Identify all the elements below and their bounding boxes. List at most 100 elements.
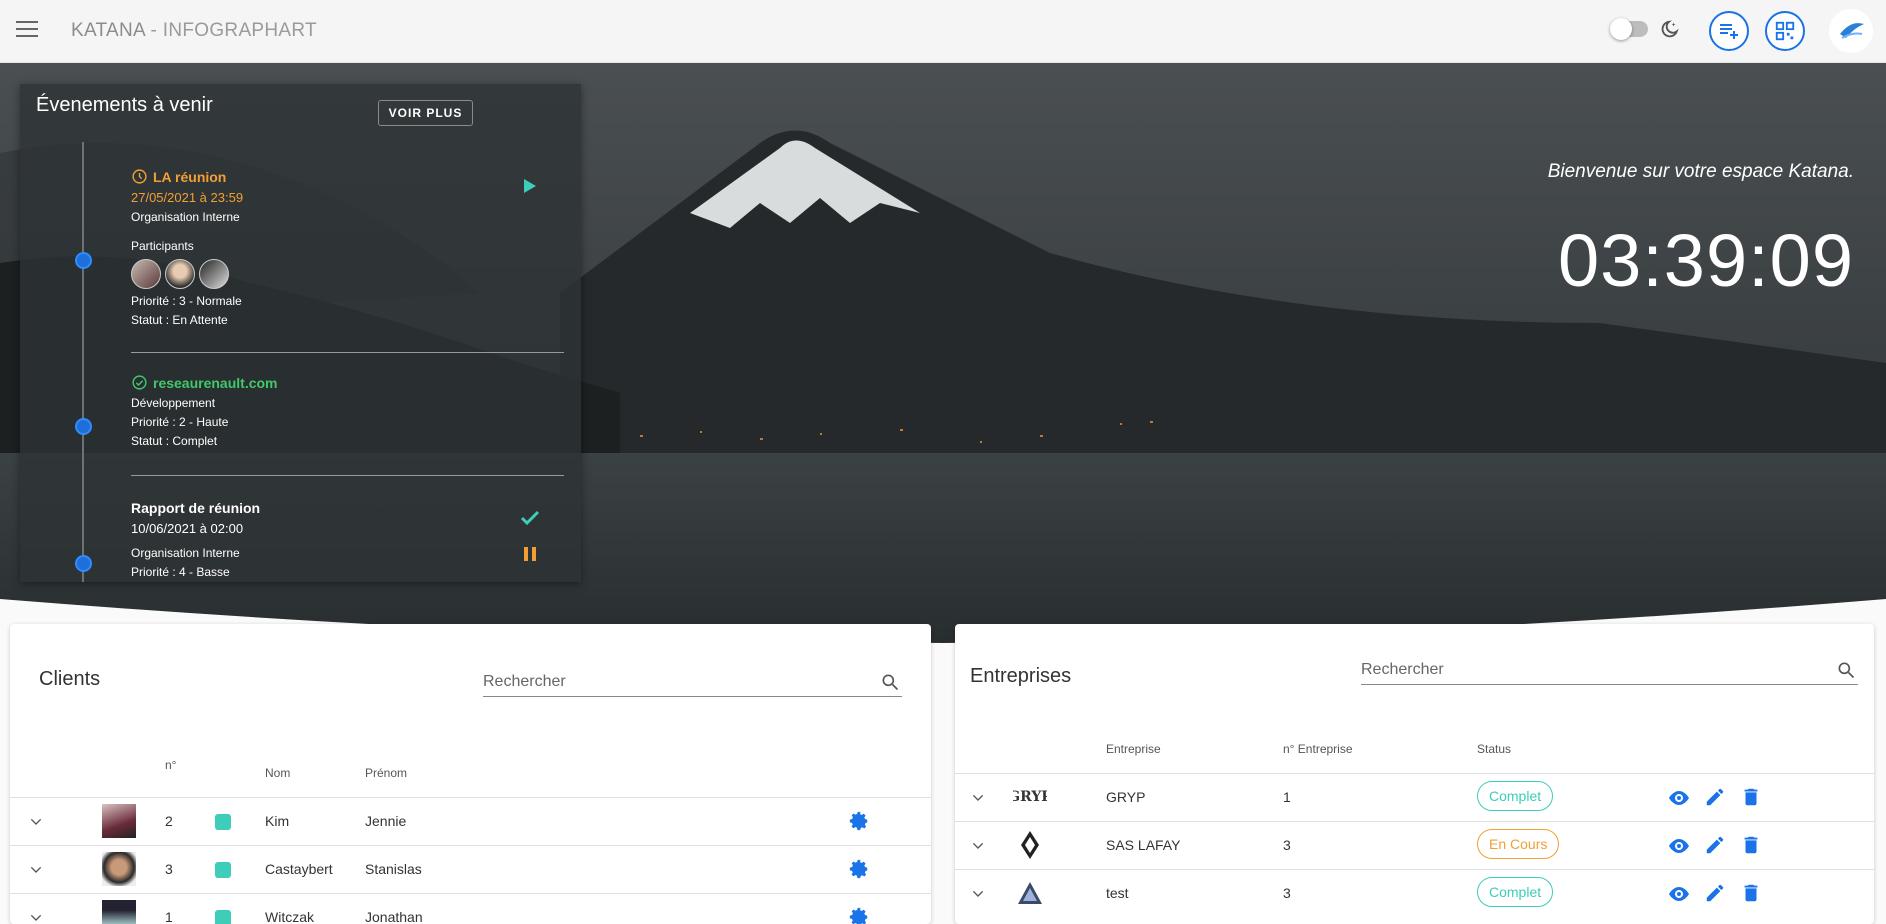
playlist-add-icon [1720, 24, 1738, 39]
event-priority: Priorité : 2 - Haute [131, 415, 229, 429]
edit-icon[interactable] [1704, 882, 1726, 904]
client-photo [102, 900, 136, 924]
table-row[interactable]: 3 Castaybert Stanislas [10, 845, 931, 893]
app-title: KATANA - INFOGRAPHART [71, 20, 317, 42]
client-photo [102, 804, 136, 838]
company-logo[interactable] [1829, 9, 1873, 53]
avatar[interactable] [199, 259, 229, 289]
entreprises-search-input[interactable] [1361, 660, 1858, 679]
view-icon[interactable] [1667, 786, 1691, 810]
delete-icon[interactable] [1740, 882, 1762, 904]
clock-icon [132, 169, 147, 184]
client-prenom: Jennie [365, 813, 407, 829]
check-icon[interactable] [520, 510, 540, 526]
status-badge: En Cours [1477, 829, 1560, 859]
entreprises-search [1361, 655, 1858, 685]
table-row[interactable]: 2 Kim Jennie [10, 797, 931, 845]
chevron-down-icon[interactable] [970, 838, 986, 854]
check-circle-icon [132, 375, 147, 390]
status-badge: Complet [1477, 877, 1554, 907]
clients-card: Clients n° Nom Prénom 2 Kim Jennie 3 Cas… [10, 624, 931, 924]
qr-code-icon [1775, 21, 1795, 41]
column-header-status: Status [1477, 742, 1512, 756]
timeline-dot [75, 555, 92, 572]
company-name: SAS LAFAY [1106, 837, 1181, 853]
dark-mode-toggle[interactable] [1610, 18, 1648, 40]
client-prenom: Stanislas [365, 861, 422, 877]
timeline-line [82, 142, 84, 582]
column-header-prenom: Prénom [365, 766, 408, 780]
table-row[interactable]: GRYP GRYP 1 Complet [955, 773, 1874, 821]
app-subtitle: - INFOGRAPHART [150, 20, 317, 41]
event-status: Statut : En Attente [131, 313, 228, 327]
upcoming-events-panel: Évenements à venir VOIR PLUS LA réunion … [20, 84, 581, 582]
event-status: Statut : Complet [131, 434, 218, 448]
search-icon[interactable] [880, 672, 900, 692]
divider [131, 475, 564, 476]
company-logo: GRYP [1013, 789, 1047, 805]
chevron-down-icon[interactable] [28, 910, 44, 924]
gear-icon[interactable] [848, 810, 870, 832]
event-item[interactable]: reseaurenault.com Développement Priorité… [131, 374, 581, 449]
company-name: GRYP [1106, 789, 1146, 805]
moon-icon [1661, 20, 1679, 38]
clients-search [483, 667, 902, 697]
playlist-add-button[interactable] [1709, 11, 1749, 51]
pause-icon[interactable] [523, 546, 537, 562]
table-row[interactable]: test 3 Complet [955, 869, 1874, 917]
chevron-down-icon[interactable] [970, 886, 986, 902]
event-date: 27/05/2021 à 23:59 [131, 190, 244, 205]
company-logo [1018, 882, 1042, 904]
qr-code-button[interactable] [1765, 11, 1805, 51]
voir-plus-button[interactable]: VOIR PLUS [378, 100, 473, 126]
company-num: 3 [1283, 885, 1291, 901]
divider [131, 352, 564, 353]
delete-icon[interactable] [1740, 834, 1762, 856]
chevron-down-icon[interactable] [970, 790, 986, 806]
client-photo [102, 852, 136, 886]
column-header-num: n° [165, 758, 177, 772]
client-nom: Witczak [265, 909, 314, 924]
table-row[interactable]: SAS LAFAY 3 En Cours [955, 821, 1874, 869]
event-type: Développement [131, 396, 216, 410]
menu-icon[interactable] [16, 21, 38, 39]
column-header-entreprise: Entreprise [1106, 742, 1161, 756]
delete-icon[interactable] [1740, 786, 1762, 808]
renault-logo [1021, 831, 1039, 859]
entreprises-title: Entreprises [970, 665, 1072, 687]
chevron-down-icon[interactable] [28, 862, 44, 878]
clock: 03:39:09 [1557, 219, 1854, 302]
clients-title: Clients [39, 668, 101, 690]
timeline-dot [75, 252, 92, 269]
client-nom: Kim [265, 813, 290, 829]
event-date: 10/06/2021 à 02:00 [131, 521, 244, 536]
app-name: KATANA [71, 20, 145, 41]
gear-icon[interactable] [848, 906, 870, 924]
top-bar: KATANA - INFOGRAPHART [0, 0, 1886, 63]
clients-search-input[interactable] [483, 672, 902, 691]
company-logo-icon [1840, 23, 1864, 39]
events-title: Évenements à venir [36, 94, 213, 116]
event-item[interactable]: Rapport de réunion 10/06/2021 à 02:00 Or… [131, 500, 581, 579]
event-name: LA réunion [131, 168, 581, 185]
company-name: test [1106, 885, 1129, 901]
timeline-dot [75, 418, 92, 435]
edit-icon[interactable] [1704, 834, 1726, 856]
gear-icon[interactable] [848, 858, 870, 880]
welcome-message: Bienvenue sur votre espace Katana. [1547, 161, 1854, 182]
event-item[interactable]: LA réunion 27/05/2021 à 23:59 Organisati… [131, 168, 581, 327]
edit-icon[interactable] [1704, 786, 1726, 808]
search-icon[interactable] [1836, 660, 1856, 680]
view-icon[interactable] [1667, 882, 1691, 906]
event-priority: Priorité : 3 - Normale [131, 294, 242, 308]
table-row[interactable]: 1 Witczak Jonathan [10, 893, 931, 924]
status-badge: Complet [1477, 781, 1554, 811]
view-icon[interactable] [1667, 834, 1691, 858]
chevron-down-icon[interactable] [28, 814, 44, 830]
event-title: LA réunion [153, 168, 227, 185]
participants-avatars [131, 259, 581, 289]
avatar[interactable] [165, 259, 195, 289]
avatar[interactable] [131, 259, 161, 289]
client-color [215, 910, 231, 924]
play-icon[interactable] [523, 178, 537, 194]
